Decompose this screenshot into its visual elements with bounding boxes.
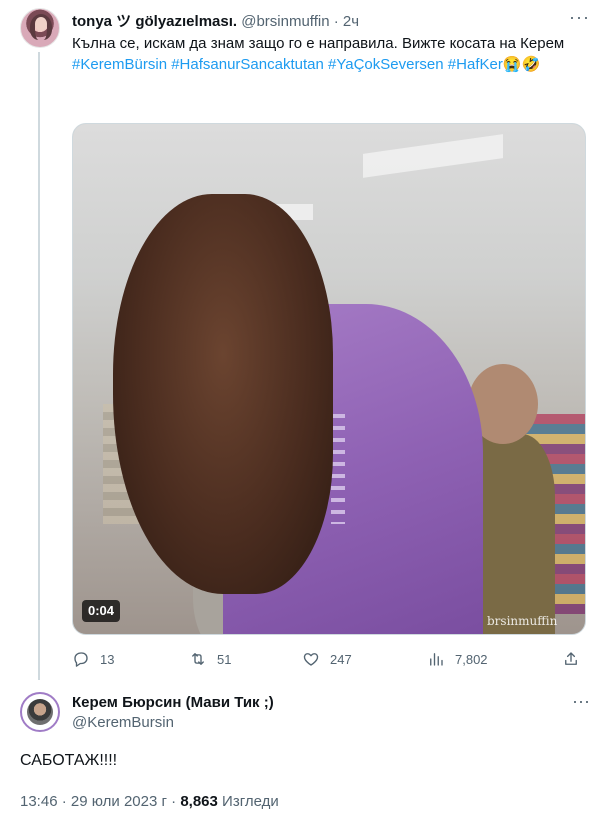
reply-icon (74, 652, 88, 667)
author-name[interactable]: tonya ツ gölyazıelması. (72, 13, 237, 30)
reply-author-handle[interactable]: @KeremBursin (72, 714, 174, 731)
reply-date[interactable]: 29 юли 2023 г (71, 793, 167, 810)
retweet-count: 51 (217, 651, 232, 667)
video-watermark: brsinmuffin (487, 614, 558, 628)
hair (113, 194, 333, 594)
views-count: 7,802 (455, 651, 488, 667)
retweet-button[interactable]: 51 (189, 648, 231, 670)
views-button[interactable]: 7,802 (427, 648, 488, 670)
views-icon (430, 653, 443, 666)
more-icon[interactable]: ··· (569, 8, 590, 26)
meta-separator: · (171, 793, 177, 810)
tweet-body: Кълна се, искам да знам защо го е направ… (72, 35, 565, 52)
meta-separator: · (333, 13, 339, 30)
reply-views-count: 8,863 (180, 793, 218, 810)
reply-views-label: Изгледи (222, 793, 279, 810)
author-avatar[interactable] (20, 8, 60, 48)
dress-lacing (331, 414, 345, 524)
avatar-face (35, 17, 47, 31)
video-player[interactable] (72, 123, 586, 635)
hashtag-link[interactable]: #KeremBürsin (72, 56, 167, 73)
tweet-time[interactable]: 2ч (343, 13, 359, 30)
share-icon (565, 652, 577, 665)
reply-time[interactable]: 13:46 (20, 793, 58, 810)
meta-separator: · (61, 793, 67, 810)
retweet-icon (192, 653, 204, 665)
hashtag-link[interactable]: #HafKer (448, 56, 503, 73)
reply-button[interactable]: 13 (72, 648, 114, 670)
reply-count: 13 (100, 651, 115, 667)
reply-avatar-photo (27, 699, 53, 725)
video-duration-badge: 0:04 (82, 600, 121, 622)
like-icon (303, 653, 319, 666)
like-count: 247 (330, 651, 352, 667)
hashtag-link[interactable]: #HafsanurSancaktutan (171, 56, 324, 73)
hashtag-link[interactable]: #YaÇokSeversen (328, 56, 444, 73)
reply-author-avatar[interactable] (20, 692, 60, 732)
share-button[interactable] (562, 648, 590, 670)
reply-meta: 13:46 · 29 юли 2023 г · 8,863 Изгледи (20, 793, 279, 810)
reply-author-name[interactable]: Керем Бюрсин (Мави Тик ;) (72, 694, 274, 711)
reply-text: САБОТАЖ!!!! (20, 752, 118, 769)
action-bar: 13 51 247 7,802 (72, 648, 586, 670)
emoji: 😭🤣 (502, 56, 541, 73)
thread-connector-line (38, 52, 40, 680)
author-line: tonya ツ gölyazıelması. @brsinmuffin · 2ч (72, 10, 542, 31)
tweet-text: Кълна се, искам да знам защо го е направ… (72, 33, 587, 75)
author-handle[interactable]: @brsinmuffin (241, 13, 329, 30)
like-button[interactable]: 247 (302, 648, 352, 670)
more-icon[interactable]: ··· (572, 692, 590, 710)
